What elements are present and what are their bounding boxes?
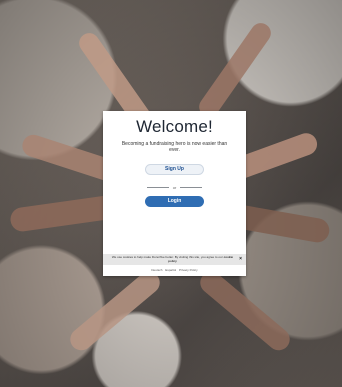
arm-shape <box>65 267 165 355</box>
divider-line-right <box>180 187 202 188</box>
arm-shape <box>195 19 275 121</box>
close-icon[interactable]: × <box>239 256 242 262</box>
welcome-subtitle: Becoming a fundraising hero is now easie… <box>121 141 228 153</box>
footer-links: Deutsch Español Privacy Policy <box>103 268 246 272</box>
footer-link-deutsch[interactable]: Deutsch <box>151 268 162 272</box>
or-divider: or <box>147 184 202 191</box>
signup-button[interactable]: Sign Up <box>145 164 204 175</box>
arm-shape <box>195 267 295 355</box>
footer-link-privacy[interactable]: Privacy Policy <box>179 268 198 272</box>
footer-link-espanol[interactable]: Español <box>165 268 176 272</box>
cookie-banner: We use cookies to help make Donorfive be… <box>103 254 246 265</box>
welcome-card: Welcome! Becoming a fundraising hero is … <box>103 111 246 276</box>
login-button[interactable]: Login <box>145 196 204 207</box>
welcome-title: Welcome! <box>136 117 213 136</box>
